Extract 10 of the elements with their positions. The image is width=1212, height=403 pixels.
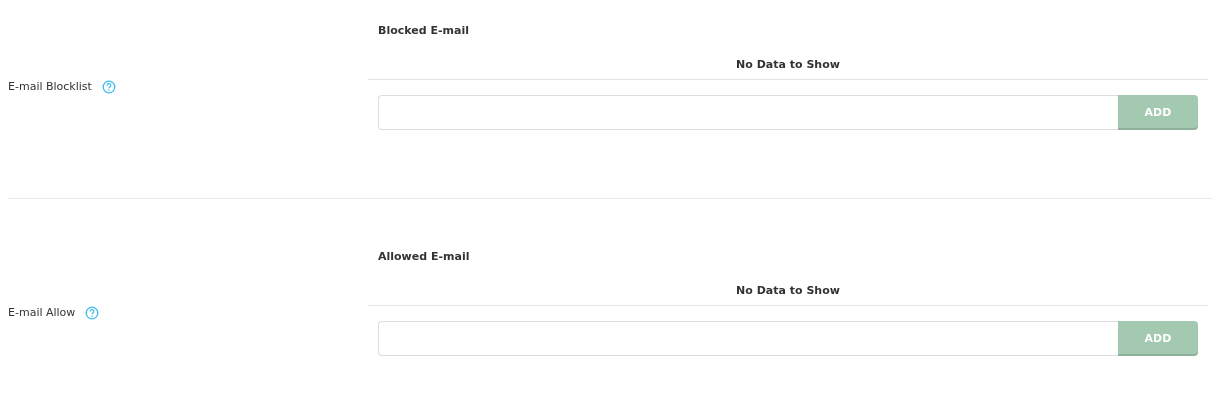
email-input[interactable] (378, 95, 1118, 130)
empty-message: No Data to Show (368, 266, 1208, 306)
empty-message: No Data to Show (368, 40, 1208, 80)
help-icon[interactable] (85, 305, 100, 320)
list-header: Blocked E-mail (377, 24, 470, 39)
setting-label: E-mail Blocklist (8, 80, 92, 93)
help-icon[interactable] (101, 79, 116, 94)
list-header: Allowed E-mail (377, 250, 471, 265)
setting-label: E-mail Allow (8, 306, 76, 319)
email-input[interactable] (378, 321, 1118, 356)
